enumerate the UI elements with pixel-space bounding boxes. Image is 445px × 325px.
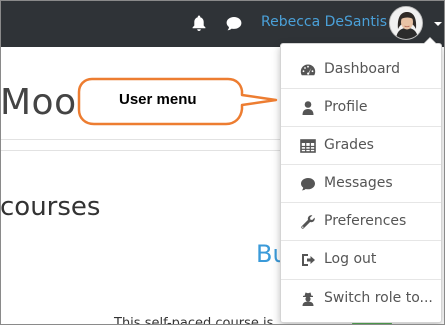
bell-icon[interactable] — [190, 14, 208, 32]
menu-item-label: Preferences — [324, 213, 407, 229]
table-icon — [300, 138, 316, 154]
menu-item-switch-role[interactable]: Switch role to... — [281, 280, 441, 318]
user-menu-dropdown: Dashboard Profile Grades Messages Prefer… — [280, 43, 442, 323]
page-title: Moo — [0, 82, 77, 123]
sign-out-icon — [300, 252, 316, 268]
menu-item-label: Grades — [324, 137, 374, 153]
callout-label: User menu — [119, 91, 197, 108]
menu-item-label: Switch role to... — [324, 290, 433, 306]
chevron-down-icon[interactable] — [433, 20, 443, 28]
user-icon — [300, 100, 316, 116]
menu-item-dashboard[interactable]: Dashboard — [281, 51, 441, 89]
wrench-icon — [300, 214, 316, 230]
section-heading: courses — [0, 192, 101, 222]
menu-item-preferences[interactable]: Preferences — [281, 203, 441, 241]
menu-item-label: Messages — [324, 175, 393, 191]
chat-icon[interactable] — [225, 14, 243, 32]
menu-item-grades[interactable]: Grades — [281, 127, 441, 165]
course-summary-text: This self-paced course is — [114, 316, 274, 325]
top-navbar: Rebecca DeSantis — [0, 0, 445, 47]
menu-item-label: Log out — [324, 251, 377, 267]
avatar[interactable] — [389, 6, 423, 40]
user-name-link[interactable]: Rebecca DeSantis — [261, 14, 387, 30]
divider — [0, 139, 281, 140]
menu-item-label: Dashboard — [324, 61, 400, 77]
menu-item-profile[interactable]: Profile — [281, 89, 441, 127]
dropdown-pointer-fill — [424, 38, 436, 44]
dashboard-icon — [300, 62, 316, 78]
menu-item-log-out[interactable]: Log out — [281, 241, 441, 279]
divider — [0, 150, 281, 151]
menu-item-messages[interactable]: Messages — [281, 165, 441, 203]
menu-item-label: Profile — [324, 99, 368, 115]
user-secret-icon — [300, 291, 316, 307]
speech-bubble-icon — [300, 176, 316, 192]
